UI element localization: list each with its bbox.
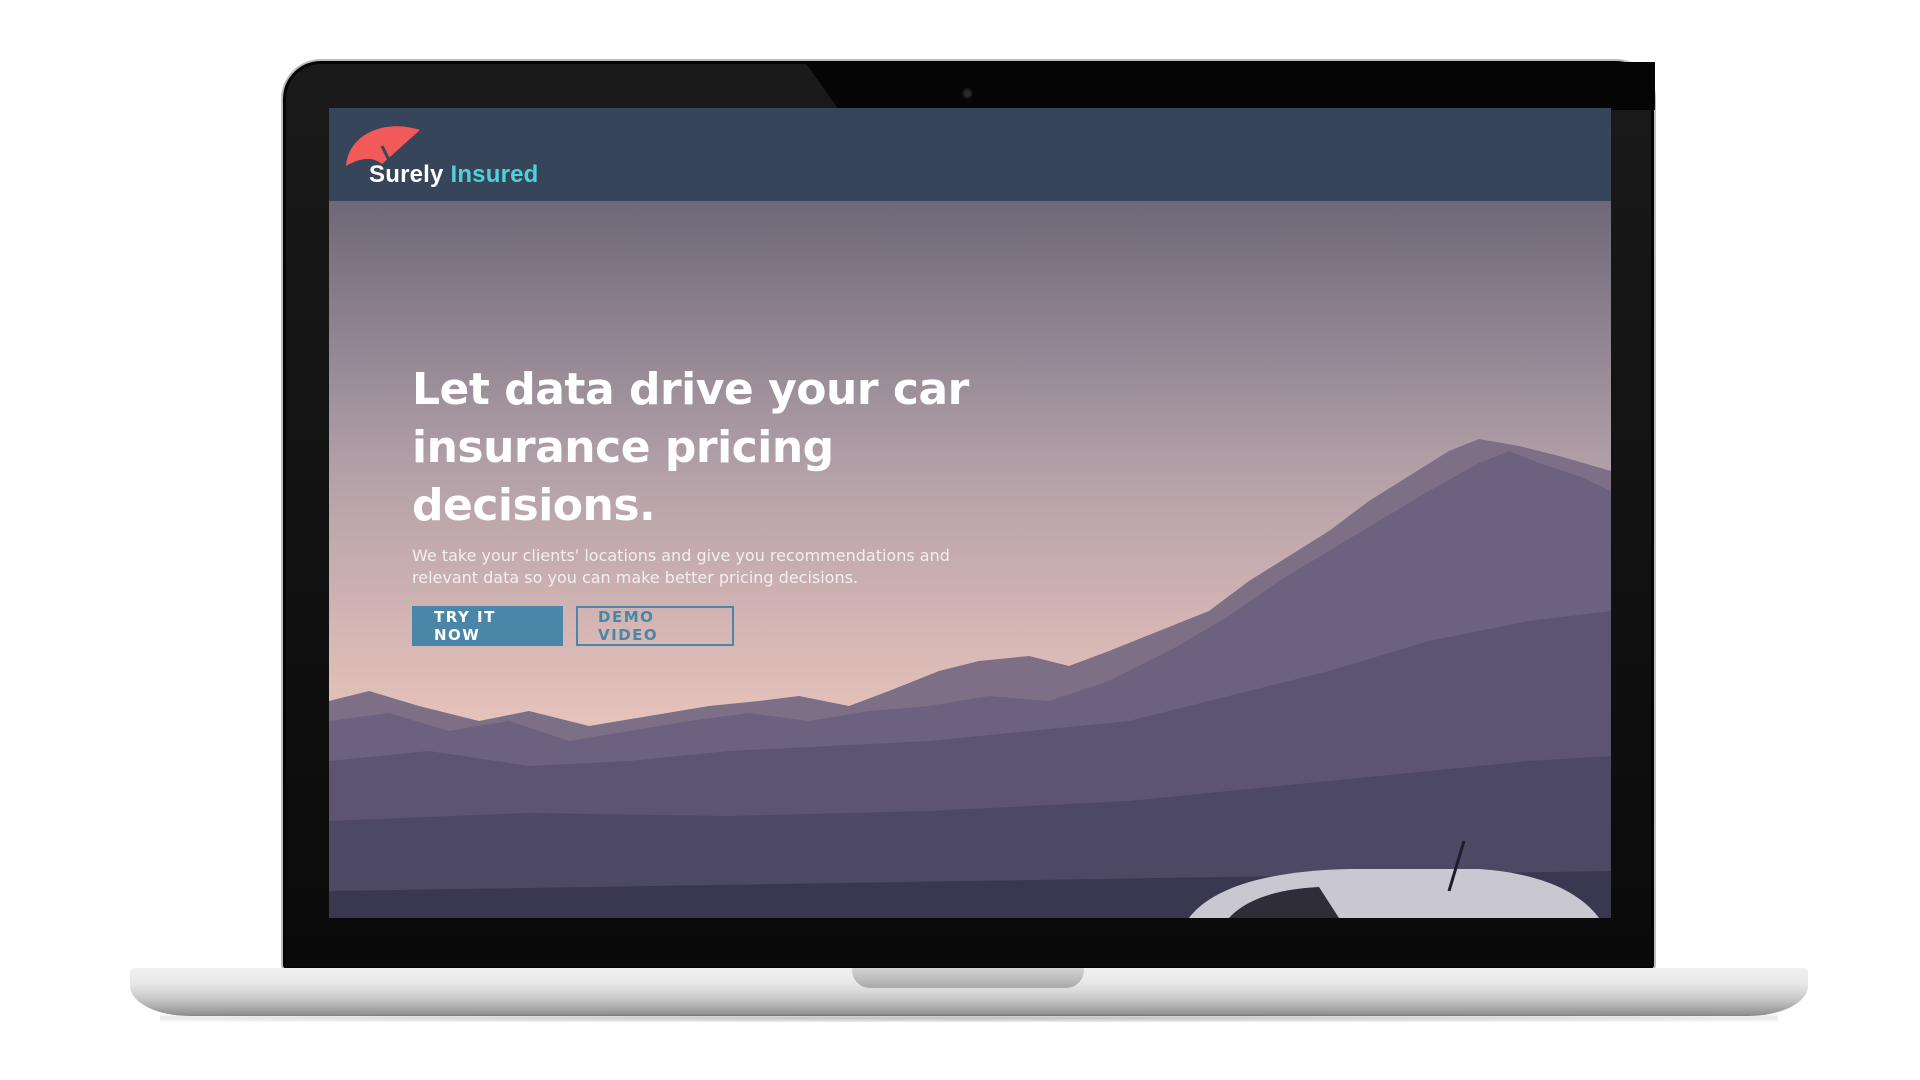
hero-subtext: We take your clients' locations and give… bbox=[412, 546, 950, 587]
laptop-hinge-groove bbox=[852, 968, 1084, 988]
laptop-shadow bbox=[160, 1014, 1778, 1022]
brand-name-first: Surely bbox=[369, 161, 444, 188]
laptop-bezel bbox=[805, 62, 1655, 110]
hero-content: Let data drive your car insurance pricin… bbox=[412, 361, 1012, 646]
webcam-icon bbox=[962, 88, 973, 99]
brand-logo[interactable]: Surely Insured bbox=[369, 161, 539, 189]
brand-name-second: Insured bbox=[450, 161, 539, 188]
site-header: Surely Insured bbox=[329, 108, 1611, 201]
hero-headline: Let data drive your car insurance pricin… bbox=[412, 364, 969, 531]
try-it-now-button[interactable]: TRY IT NOW bbox=[412, 606, 563, 646]
hero-section: Let data drive your car insurance pricin… bbox=[329, 201, 1611, 918]
demo-video-button[interactable]: DEMO VIDEO bbox=[576, 606, 734, 646]
browser-viewport: Surely Insured Let data drive your car i… bbox=[329, 108, 1611, 918]
hero-actions: TRY IT NOW DEMO VIDEO bbox=[412, 606, 1012, 646]
